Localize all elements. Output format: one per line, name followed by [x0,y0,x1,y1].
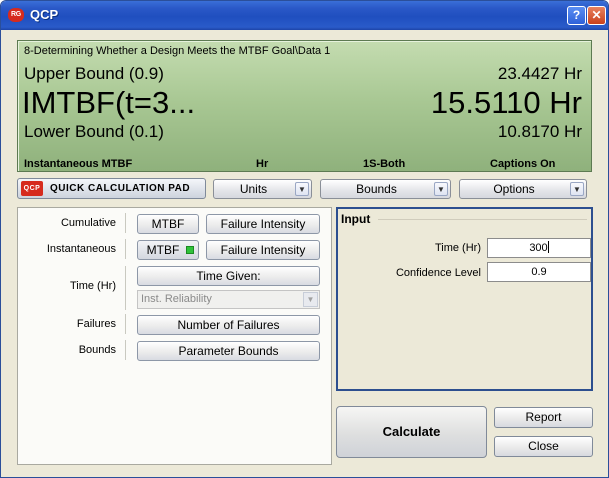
cumulative-failure-intensity-button[interactable]: Failure Intensity [206,214,320,234]
qcp-logo-icon: QCP [21,181,43,196]
units-dropdown[interactable]: Units ▼ [213,179,312,199]
status-unit: Hr [256,158,269,170]
results-display: 8-Determining Whether a Design Meets the… [17,40,592,172]
options-label: Options [493,182,535,196]
chevron-down-icon: ▼ [570,182,584,196]
chevron-down-icon: ▼ [295,182,309,196]
text-cursor [547,241,549,253]
failures-label: Failures [76,318,116,330]
status-bounds: 1S-Both [363,158,406,170]
status-captions: Captions On [490,158,556,170]
instantaneous-mtbf-button[interactable]: MTBF [137,240,199,260]
quick-calculation-pad-label: Quick Calculation Pad [50,183,191,194]
data-path: 8-Determining Whether a Design Meets the… [24,45,331,57]
upper-bound-label: Upper Bound (0.9) [24,64,164,83]
time-hr-label: Time (Hr) [434,242,481,254]
input-group: Input Time (Hr) 300 Confidence Level 0.9 [336,207,593,391]
time-given-select[interactable]: Inst. Reliability ▼ [137,290,320,309]
input-legend: Input [341,212,371,226]
number-of-failures-button[interactable]: Number of Failures [137,315,320,335]
selected-indicator-icon [186,246,194,254]
calculation-options-panel: Cumulative MTBF Failure Intensity Instan… [17,207,332,465]
chevron-down-icon: ▼ [434,182,448,196]
instantaneous-mtbf-label: MTBF [146,243,180,257]
confidence-level-input[interactable]: 0.9 [487,262,591,282]
time-input-value: 300 [529,242,548,254]
cumulative-label: Cumulative [60,217,116,229]
time-given-select-value: Inst. Reliability [141,293,212,305]
parameter-bounds-button[interactable]: Parameter Bounds [137,341,320,361]
time-input[interactable]: 300 [487,238,591,258]
help-button[interactable]: ? [567,6,586,25]
report-button[interactable]: Report [494,407,593,428]
divider [125,213,126,233]
lower-bound-value: 10.8170 Hr [497,122,582,141]
cumulative-mtbf-button[interactable]: MTBF [137,214,199,234]
window-title: QCP [30,7,59,22]
time-label: Time (Hr) [69,280,116,292]
instantaneous-label: Instantaneous [46,243,116,255]
divider [125,340,126,360]
result-label: IMTBF(t=3... [22,85,196,120]
title-bar[interactable]: RG QCP ? ✕ [1,1,608,30]
bounds-dropdown[interactable]: Bounds ▼ [320,179,451,199]
chevron-down-icon: ▼ [303,292,318,307]
units-label: Units [239,182,268,196]
upper-bound-value: 23.4427 Hr [497,64,582,83]
confidence-level-label: Confidence Level [395,267,481,279]
bounds-row-label: Bounds [78,344,116,356]
qcp-window: RG QCP ? ✕ 8-Determining Whether a Desig… [0,0,609,478]
bounds-label: Bounds [356,182,397,196]
time-given-button[interactable]: Time Given: [137,266,320,286]
divider [125,266,126,310]
app-logo-icon: RG [8,8,24,22]
result-value: 15.5110 Hr [430,85,582,120]
status-metric: Instantaneous MTBF [24,158,133,170]
close-button[interactable]: Close [494,436,593,457]
quick-calculation-pad-button[interactable]: QCP Quick Calculation Pad [17,178,206,199]
divider [125,314,126,334]
divider [125,239,126,259]
lower-bound-label: Lower Bound (0.1) [24,122,164,141]
divider [378,219,587,220]
options-dropdown[interactable]: Options ▼ [459,179,587,199]
instantaneous-failure-intensity-button[interactable]: Failure Intensity [206,240,320,260]
calculate-button[interactable]: Calculate [336,406,487,458]
close-window-button[interactable]: ✕ [587,6,606,25]
